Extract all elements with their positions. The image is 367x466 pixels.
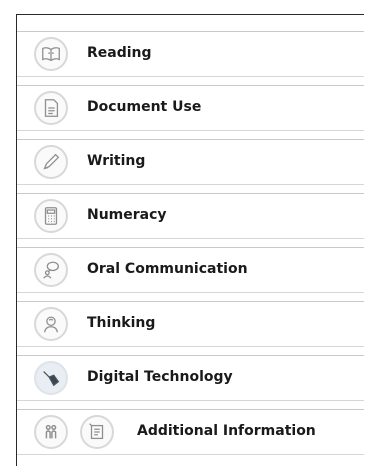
- info-sheet-icon: [80, 415, 114, 449]
- menu-item-label: Reading: [87, 45, 152, 61]
- menu-item-label: Additional Information: [137, 423, 316, 439]
- menu-item-oral-communication[interactable]: Oral Communication: [17, 247, 364, 293]
- menu-item-numeracy[interactable]: Numeracy: [17, 193, 364, 239]
- menu-item-reading[interactable]: Reading: [17, 31, 364, 77]
- menu-item-label: Digital Technology: [87, 369, 233, 385]
- menu-item-label: Document Use: [87, 99, 202, 115]
- document-icon: [34, 91, 68, 125]
- mouse-icon: [34, 361, 68, 395]
- calculator-icon: [34, 199, 68, 233]
- menu-item-additional-information[interactable]: Additional Information: [17, 409, 364, 455]
- skills-menu-panel: Reading Document Use Writing Numeracy Or…: [16, 14, 364, 466]
- menu-item-label: Oral Communication: [87, 261, 248, 277]
- book-icon: [34, 37, 68, 71]
- menu-item-label: Numeracy: [87, 207, 167, 223]
- pencil-icon: [34, 145, 68, 179]
- menu-item-label: Writing: [87, 153, 146, 169]
- people-icon: [34, 415, 68, 449]
- thinking-head-icon: [34, 307, 68, 341]
- menu-item-document-use[interactable]: Document Use: [17, 85, 364, 131]
- menu-item-label: Thinking: [87, 315, 156, 331]
- menu-item-writing[interactable]: Writing: [17, 139, 364, 185]
- menu-item-digital-technology[interactable]: Digital Technology: [17, 355, 364, 401]
- menu-item-thinking[interactable]: Thinking: [17, 301, 364, 347]
- speech-person-icon: [34, 253, 68, 287]
